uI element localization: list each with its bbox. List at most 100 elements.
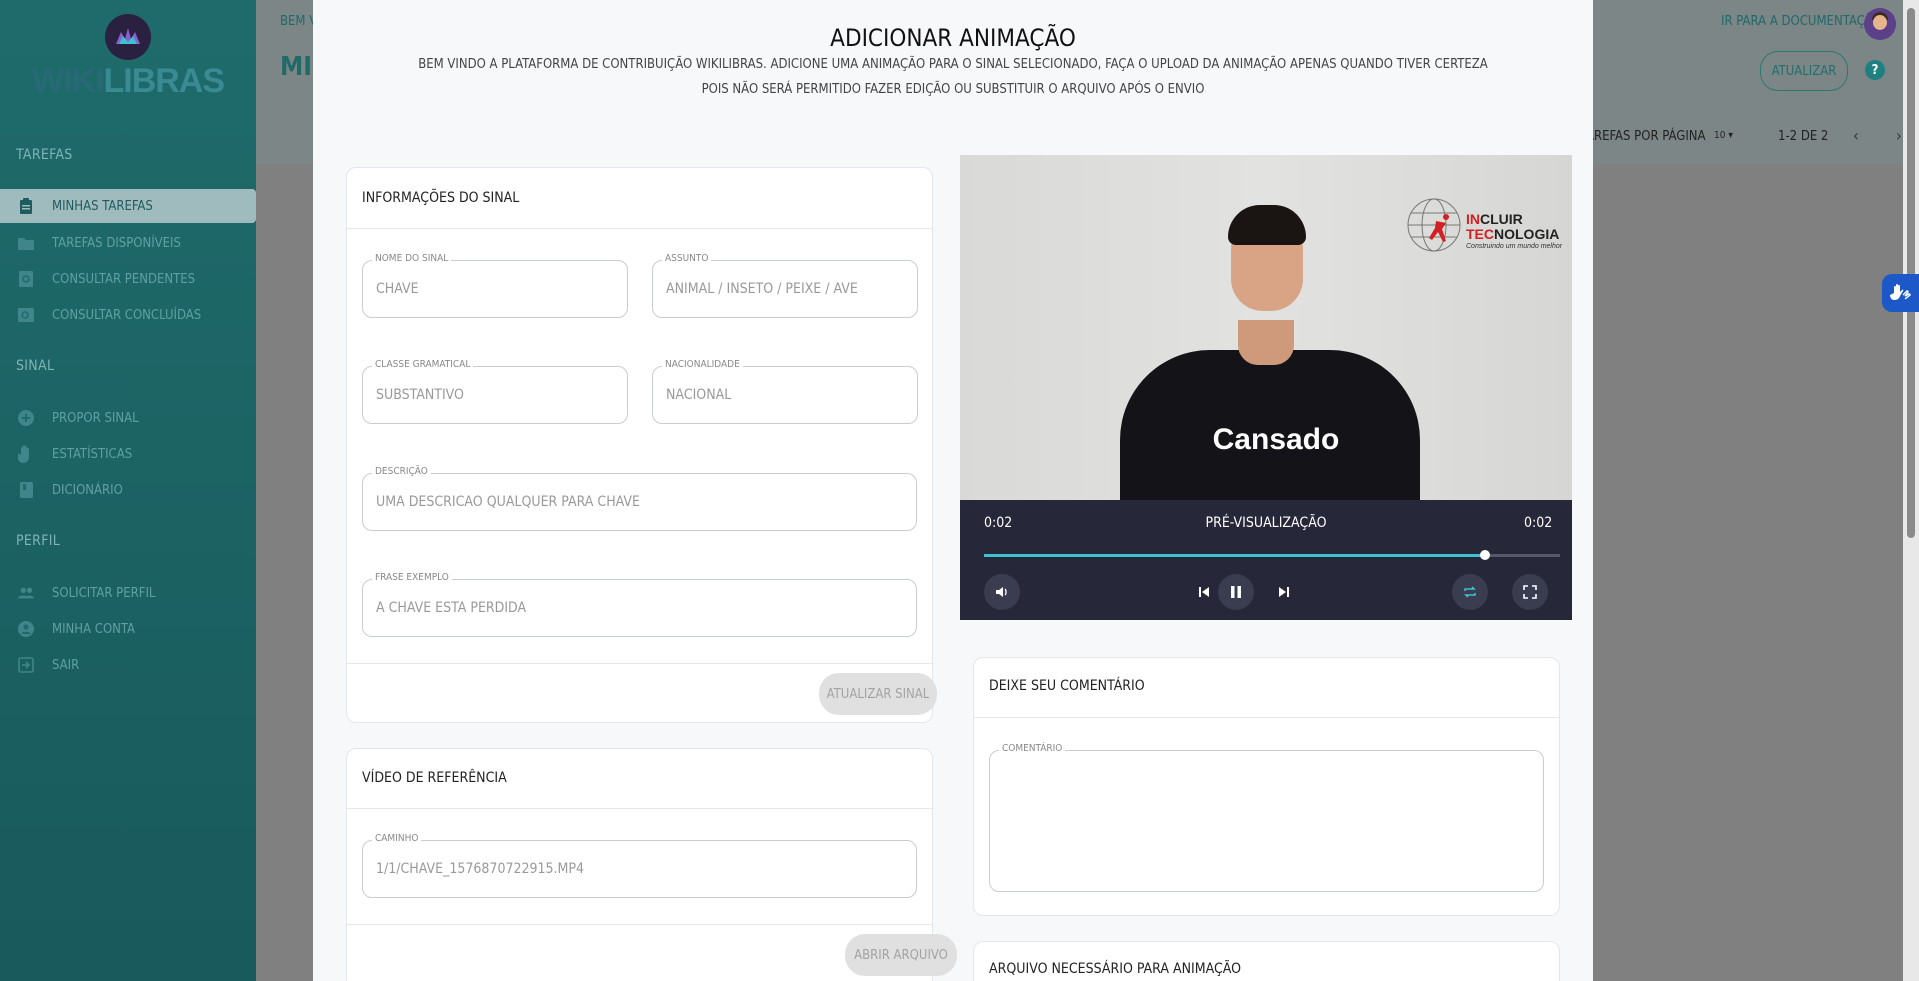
path-field[interactable]: Caminho 1/1/chave_1576870722915.mp4: [362, 833, 917, 898]
field-value: Nacional: [666, 387, 732, 403]
progress-handle[interactable]: [1480, 550, 1491, 560]
progress-bar[interactable]: [984, 550, 1560, 560]
field-label: Assunto: [662, 253, 712, 264]
sign-name-field[interactable]: Nome do sinal chave: [362, 253, 628, 318]
sign-info-card: Informações do Sinal Nome do sinal chave…: [346, 167, 937, 723]
sidebar-item-label: Solicitar perfil: [52, 585, 156, 601]
section-title-tarefas: Tarefas: [16, 147, 73, 163]
fullscreen-icon[interactable]: [1512, 574, 1548, 610]
skip-next-icon[interactable]: [1266, 574, 1302, 610]
nationality-field[interactable]: Nacionalidade Nacional: [652, 359, 918, 424]
logo-line2-rest: NOLOGIA: [1494, 226, 1560, 242]
per-page-select[interactable]: 10 ▾: [1714, 130, 1733, 141]
sign-info-title: Informações do Sinal: [362, 190, 520, 206]
logo-line1-red: IN: [1466, 211, 1480, 227]
pause-icon[interactable]: [1218, 574, 1254, 610]
section-title-sinal: Sinal: [16, 358, 55, 374]
sidebar-item-minhas-tarefas[interactable]: Minhas tarefas: [0, 189, 256, 223]
logout-icon: [18, 657, 34, 673]
sidebar-item-solicitar-perfil[interactable]: Solicitar perfil: [0, 576, 256, 610]
chevron-down-icon: ▾: [1728, 130, 1733, 141]
logo-line2: TECNOLOGIA: [1466, 226, 1559, 242]
sidebar: WIKILIBRAS Tarefas Minhas tarefas Tarefa…: [0, 0, 256, 981]
grammar-class-field[interactable]: Classe gramatical SUBSTANTIVO: [362, 359, 628, 424]
sidebar-item-consultar-pendentes[interactable]: Consultar pendentes: [0, 262, 256, 296]
sidebar-item-label: Propor sinal: [52, 410, 139, 426]
docs-link[interactable]: Ir para a documentação: [1721, 14, 1882, 29]
clipboard-icon: [18, 198, 34, 214]
logo-line1-rest: CLUIR: [1480, 211, 1523, 227]
divider: [347, 808, 932, 809]
field-value: 1/1/chave_1576870722915.mp4: [376, 861, 584, 877]
total-time: 0:02: [1524, 515, 1553, 531]
divider: [974, 717, 1559, 718]
sidebar-item-dicionario[interactable]: Dicionário: [0, 473, 256, 507]
search-image-icon: [18, 307, 34, 323]
add-animation-modal: Adicionar Animação Bem vindo a plataform…: [313, 0, 1593, 981]
reference-video-card: Vídeo de referência Caminho 1/1/chave_15…: [346, 748, 957, 981]
sidebar-item-propor-sinal[interactable]: Propor sinal: [0, 401, 256, 435]
avatar-face: [1873, 15, 1887, 30]
people-icon: [18, 585, 34, 601]
logo-icon: [105, 14, 151, 60]
refresh-button[interactable]: Atualizar: [1760, 51, 1848, 91]
loop-icon[interactable]: [1452, 574, 1488, 610]
sidebar-item-label: Consultar pendentes: [52, 271, 196, 287]
sidebar-item-minha-conta[interactable]: Minha conta: [0, 612, 256, 646]
divider: [347, 924, 932, 925]
field-label: Caminho: [372, 833, 422, 844]
page-scrollbar[interactable]: [1903, 0, 1919, 981]
person-neck: [1238, 320, 1294, 365]
update-sign-button[interactable]: Atualizar sinal: [819, 673, 937, 715]
comment-card: Deixe seu comentário Comentário: [973, 657, 1560, 916]
logo-text-part2: LIBRAS: [103, 62, 225, 100]
logo-text-part1: WIKI: [31, 62, 105, 100]
modal-subtitle-line2: pois não será permitido fazer edição ou …: [701, 82, 1205, 97]
field-value: SUBSTANTIVO: [376, 387, 464, 403]
modal-subtitle-line1: Bem vindo a plataforma de contribuição W…: [418, 57, 1488, 72]
video-frame[interactable]: INCLUIR TECNOLOGIA Construindo um mundo …: [960, 155, 1572, 500]
vlibras-widget-icon[interactable]: [1882, 274, 1919, 312]
folder-icon: [18, 235, 34, 251]
sidebar-item-consultar-concluidas[interactable]: Consultar concluídas: [0, 298, 256, 332]
video-player[interactable]: INCLUIR TECNOLOGIA Construindo um mundo …: [960, 155, 1572, 620]
sidebar-item-label: Dicionário: [52, 482, 123, 498]
per-page-value: 10: [1714, 130, 1726, 141]
search-document-icon: [18, 271, 34, 287]
chevron-left-icon[interactable]: ‹: [1853, 126, 1859, 145]
sidebar-item-sair[interactable]: Sair: [0, 648, 256, 682]
pagination-text: 1-2 de 2: [1778, 129, 1829, 144]
field-label: Comentário: [999, 743, 1066, 754]
sidebar-item-tarefas-disponiveis[interactable]: Tarefas disponíveis: [0, 226, 256, 260]
description-field[interactable]: Descrição uma descricao qualquer para ch…: [362, 466, 917, 531]
book-icon: [18, 482, 34, 498]
field-value: A chave esta perdida: [376, 600, 527, 616]
app-logo[interactable]: WIKILIBRAS: [0, 62, 256, 101]
chevron-right-icon[interactable]: ›: [1896, 126, 1902, 145]
field-label: Nacionalidade: [662, 359, 743, 370]
divider: [347, 663, 932, 664]
volume-icon[interactable]: [984, 574, 1020, 610]
sidebar-item-estatisticas[interactable]: Estatísticas: [0, 437, 256, 471]
sidebar-item-label: Minha conta: [52, 621, 136, 637]
section-title-perfil: Perfil: [16, 533, 61, 549]
open-file-button[interactable]: Abrir arquivo: [845, 934, 957, 976]
sidebar-item-label: Minhas tarefas: [52, 198, 153, 214]
avatar[interactable]: [1864, 8, 1896, 40]
required-file-card: Arquivo necessário para animação: [973, 941, 1560, 981]
field-label: Frase exemplo: [372, 572, 452, 583]
preview-label: Pré-visualização: [1205, 515, 1327, 531]
example-phrase-field[interactable]: Frase exemplo A chave esta perdida: [362, 572, 917, 637]
skip-previous-icon[interactable]: [1186, 574, 1222, 610]
comment-textarea[interactable]: Comentário: [989, 743, 1544, 892]
account-circle-icon: [18, 621, 34, 637]
subject-field[interactable]: Assunto ANIMAL / INSETO / PEIXE / AVE: [652, 253, 918, 318]
scrollbar-thumb[interactable]: [1907, 8, 1915, 538]
logo-line2-red: TEC: [1466, 226, 1494, 242]
plus-circle-icon: [18, 410, 34, 426]
logo-line1: INCLUIR: [1466, 211, 1523, 227]
field-value: ANIMAL / INSETO / PEIXE / AVE: [666, 281, 858, 297]
help-icon[interactable]: ?: [1865, 60, 1885, 80]
comment-title: Deixe seu comentário: [989, 678, 1145, 694]
incluir-tecnologia-logo: INCLUIR TECNOLOGIA Construindo um mundo …: [1406, 193, 1566, 253]
